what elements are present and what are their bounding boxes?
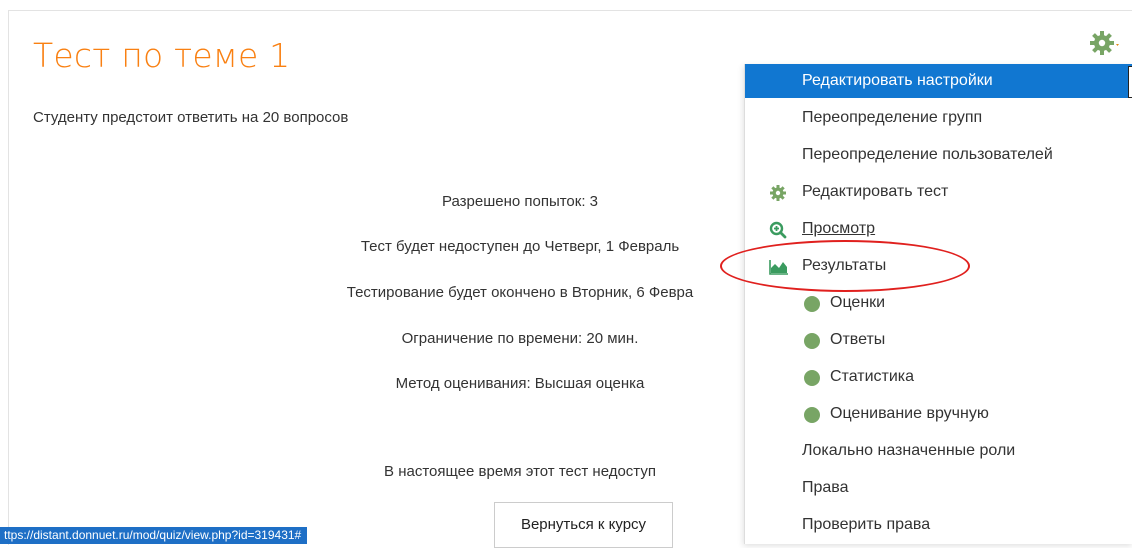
bullet-icon bbox=[804, 407, 820, 423]
bullet-icon bbox=[804, 370, 820, 386]
bullet-icon bbox=[804, 333, 820, 349]
quiz-description: Студенту предстоит ответить на 20 вопрос… bbox=[33, 109, 349, 126]
menu-item-label: Переопределение пользователей bbox=[802, 146, 1053, 163]
gear-icon bbox=[1090, 31, 1119, 55]
zoom-icon bbox=[769, 221, 787, 239]
back-to-course-button[interactable]: Вернуться к курсу bbox=[494, 502, 673, 548]
menu-item-label: Ответы bbox=[830, 331, 886, 348]
menu-item-edit-settings[interactable]: Редактировать настройки bbox=[745, 64, 1132, 98]
menu-item-label: Просмотр bbox=[802, 220, 876, 237]
status-bar-url: ttps://distant.donnuet.ru/mod/quiz/view.… bbox=[0, 527, 308, 544]
menu-item-label: Оценки bbox=[830, 294, 886, 311]
menu-item-group-overrides[interactable]: Переопределение групп bbox=[745, 101, 1132, 135]
menu-item-check-permissions[interactable]: Проверить права bbox=[745, 508, 1132, 542]
bullet-icon bbox=[804, 296, 820, 312]
menu-item-label: Статистика bbox=[830, 368, 915, 385]
menu-item-edit-quiz[interactable]: Редактировать тест bbox=[745, 175, 1132, 209]
menu-item-label: Редактировать настройки bbox=[802, 72, 993, 89]
menu-item-statistics[interactable]: Статистика bbox=[745, 360, 1132, 394]
scrollbar-edge bbox=[1128, 66, 1132, 98]
menu-item-local-roles[interactable]: Локально назначенные роли bbox=[745, 434, 1132, 468]
settings-menu-toggle[interactable] bbox=[1090, 30, 1120, 56]
menu-item-label: Оценивание вручную bbox=[830, 405, 989, 422]
page-title: Тест по теме 1 bbox=[33, 36, 291, 75]
menu-item-permissions[interactable]: Права bbox=[745, 471, 1132, 505]
menu-item-grades[interactable]: Оценки bbox=[745, 286, 1132, 320]
menu-item-manual-grading[interactable]: Оценивание вручную bbox=[745, 397, 1132, 431]
menu-item-label: Права bbox=[802, 479, 849, 496]
menu-item-label: Переопределение групп bbox=[802, 109, 983, 126]
menu-item-label: Локально назначенные роли bbox=[802, 442, 1016, 459]
menu-item-label: Проверить права bbox=[802, 516, 931, 533]
actions-dropdown-menu: Редактировать настройки Переопределение … bbox=[744, 64, 1132, 544]
menu-item-label: Редактировать тест bbox=[802, 183, 949, 200]
menu-item-responses[interactable]: Ответы bbox=[745, 323, 1132, 357]
menu-item-user-overrides[interactable]: Переопределение пользователей bbox=[745, 138, 1132, 172]
gear-icon bbox=[769, 184, 787, 202]
highlight-annotation-oval bbox=[720, 240, 970, 292]
